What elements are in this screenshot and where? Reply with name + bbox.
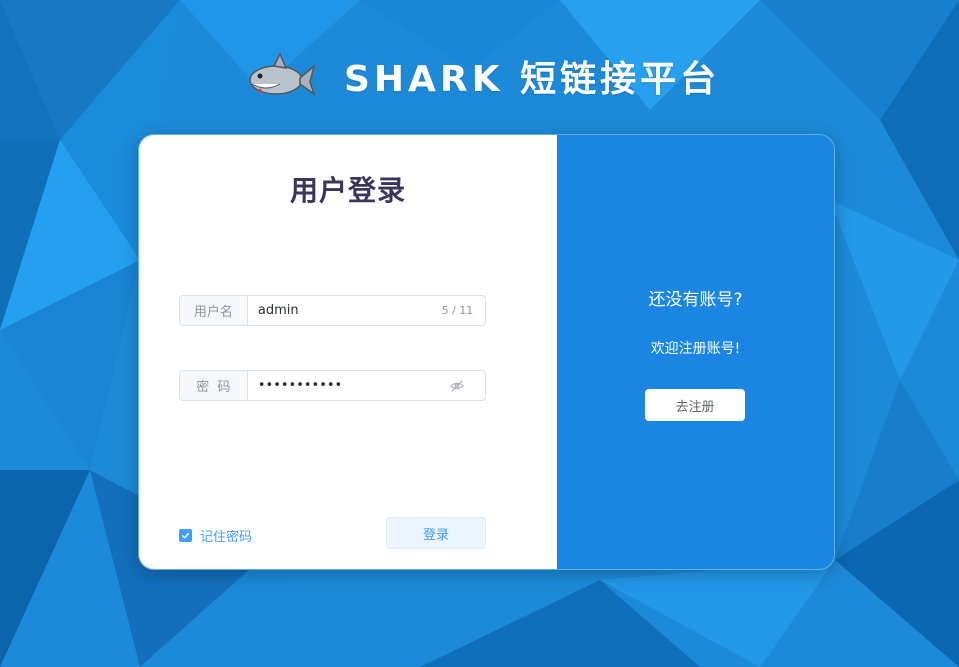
app-title: SHARK 短链接平台	[344, 59, 721, 100]
register-panel: 还没有账号? 欢迎注册账号! 去注册	[557, 135, 834, 569]
login-title: 用户登录	[289, 174, 406, 207]
password-field: 密 码	[179, 370, 486, 401]
checkbox-checked-icon	[179, 529, 192, 542]
remember-password-label: 记住密码	[200, 530, 253, 545]
eye-off-icon	[450, 379, 465, 392]
app-header: SHARK 短链接平台	[246, 52, 720, 100]
password-label: 密 码	[180, 371, 248, 400]
username-label: 用户名	[180, 296, 248, 325]
shark-logo-icon	[249, 52, 316, 96]
username-char-counter: 5 / 11	[441, 304, 474, 317]
register-button[interactable]: 去注册	[645, 389, 745, 421]
login-card: 用户登录 用户名 5 / 11 密 码 记住密码	[138, 134, 835, 570]
password-input[interactable]	[247, 371, 438, 400]
toggle-password-visibility[interactable]	[438, 371, 485, 400]
no-account-text: 还没有账号?	[648, 290, 743, 310]
remember-password-checkbox[interactable]: 记住密码	[179, 526, 252, 545]
login-button[interactable]: 登录	[386, 517, 486, 549]
username-input[interactable]	[247, 296, 438, 325]
welcome-text: 欢迎注册账号!	[650, 341, 741, 357]
login-panel: 用户登录 用户名 5 / 11 密 码 记住密码	[139, 135, 557, 569]
username-field: 用户名 5 / 11	[179, 295, 486, 326]
